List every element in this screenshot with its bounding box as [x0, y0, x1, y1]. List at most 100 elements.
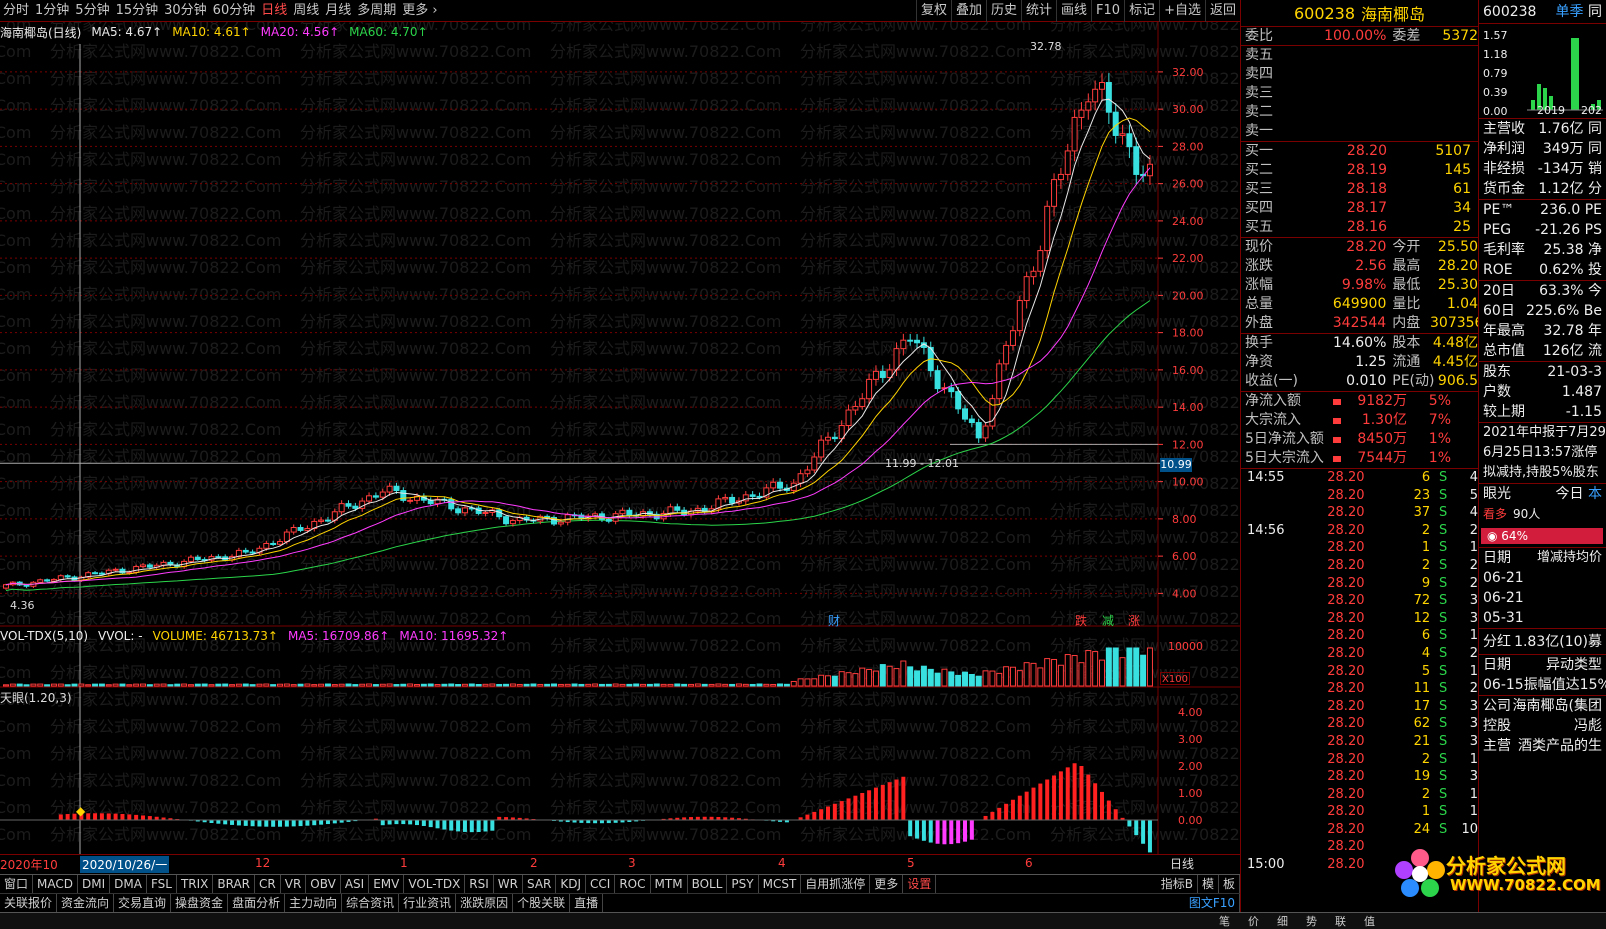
tick-tab[interactable]: 细: [1268, 913, 1297, 929]
indicator-tab[interactable]: 设置: [903, 875, 937, 893]
tick-row[interactable]: 28.20 6 S 1: [1241, 627, 1478, 645]
indicator-tab[interactable]: CCI: [586, 875, 616, 893]
indicator-tab[interactable]: MACD: [33, 875, 78, 893]
indicator-tab[interactable]: ASI: [341, 875, 370, 893]
tool-button[interactable]: 返回: [1204, 0, 1240, 22]
event-marker[interactable]: 减: [1102, 612, 1114, 629]
indicator-tab[interactable]: WR: [494, 875, 523, 893]
info-tab[interactable]: 主力动向: [285, 893, 343, 912]
indicator-tab[interactable]: CR: [255, 875, 281, 893]
event-marker[interactable]: 跌: [1075, 612, 1087, 629]
tool-button[interactable]: 统计: [1021, 0, 1056, 22]
tick-tab[interactable]: 笔: [1210, 913, 1239, 929]
tool-button[interactable]: 画线: [1056, 0, 1091, 22]
tool-button[interactable]: +自选: [1159, 0, 1205, 22]
indicator-tab[interactable]: BRAR: [213, 875, 256, 893]
kline-chart-area[interactable]: 分析家公式网www.70822.Com 分析家公式网www.70822.Com 分析…: [0, 15, 1281, 912]
info-tab[interactable]: 直播: [570, 893, 604, 912]
tool-button[interactable]: 复权: [915, 0, 951, 22]
news-item[interactable]: 拟减持,持股5%股东: [1479, 463, 1606, 483]
info-tab[interactable]: 涨跌原因: [456, 893, 514, 912]
period-tab[interactable]: 更多 ›: [399, 0, 440, 22]
tick-row[interactable]: 28.20 11 S 2: [1241, 680, 1478, 698]
news-item[interactable]: 6月25日13:57涨停: [1479, 443, 1606, 463]
news-list[interactable]: 2021年中报于7月29 6月25日13:57涨停 拟减持,持股5%股东: [1479, 423, 1606, 484]
tool-button[interactable]: F10: [1091, 0, 1124, 22]
info-tab[interactable]: 操盘资金: [171, 893, 229, 912]
tick-tab[interactable]: 值: [1355, 913, 1384, 929]
tick-list[interactable]: 14:55 28.20 6 S 4 28.20 23 S 5 28.20 37 S 4 14:56 28.2…: [1241, 469, 1478, 874]
kline-svg[interactable]: 分析家公式网www.70822.Com 分析家公式网www.70822.Com 分析…: [0, 15, 1281, 874]
tick-row[interactable]: 14:55 28.20 6 S 4: [1241, 469, 1478, 487]
info-tab[interactable]: 个股关联: [513, 893, 571, 912]
indicator-tab[interactable]: 自用抓涨停: [801, 875, 871, 893]
period-tab[interactable]: 5分钟: [72, 0, 112, 22]
indicator-tab[interactable]: RSI: [465, 875, 494, 893]
indicator-tab[interactable]: VR: [281, 875, 307, 893]
period-tab[interactable]: 分时: [0, 0, 32, 22]
tick-row[interactable]: 28.20 2 S 1: [1241, 751, 1478, 769]
indicator-tab-right[interactable]: 模: [1198, 875, 1219, 893]
info-tab[interactable]: 关联报价: [0, 893, 58, 912]
indicator-tab[interactable]: ROC: [615, 875, 651, 893]
event-marker[interactable]: 财: [828, 612, 840, 629]
indicator-tab[interactable]: FSL: [147, 875, 177, 893]
info-tab[interactable]: 交易直询: [114, 893, 172, 912]
period-tab[interactable]: 30分钟: [161, 0, 210, 22]
tick-tab[interactable]: 价: [1239, 913, 1268, 929]
period-tab[interactable]: 1分钟: [32, 0, 72, 22]
info-tab[interactable]: 盘面分析: [228, 893, 286, 912]
tick-row[interactable]: 28.20 1 S 1: [1241, 539, 1478, 557]
tick-row[interactable]: 28.20 21 S 3: [1241, 733, 1478, 751]
indicator-tab[interactable]: TRIX: [177, 875, 214, 893]
indicator-tab[interactable]: KDJ: [556, 875, 587, 893]
tick-row[interactable]: 14:56 28.20 2 S 2: [1241, 522, 1478, 540]
tick-row[interactable]: 28.20 17 S 3: [1241, 698, 1478, 716]
info-tab[interactable]: 综合资讯: [342, 893, 400, 912]
tool-button[interactable]: 叠加: [950, 0, 986, 22]
tick-row[interactable]: 28.20 4 S 2: [1241, 645, 1478, 663]
indicator-tab[interactable]: EMV: [369, 875, 405, 893]
tick-row[interactable]: 28.20 37 S 4: [1241, 504, 1478, 522]
indicator-tab[interactable]: MTM: [651, 875, 688, 893]
indicator-tab[interactable]: MCST: [759, 875, 802, 893]
season-toggle[interactable]: 单季: [1556, 4, 1584, 20]
indicator-tab[interactable]: PSY: [727, 875, 759, 893]
info-tab[interactable]: 行业资讯: [399, 893, 457, 912]
tick-row[interactable]: 28.20 1 S 1: [1241, 803, 1478, 821]
period-tab[interactable]: 多周期: [354, 0, 399, 22]
f10-tab[interactable]: 图文F10: [1185, 893, 1240, 912]
tick-row[interactable]: 28.20 2 S 1: [1241, 786, 1478, 804]
indicator-tab[interactable]: DMI: [78, 875, 111, 893]
tick-tab[interactable]: 联: [1326, 913, 1355, 929]
indicator-tab[interactable]: SAR: [523, 875, 557, 893]
tick-row[interactable]: 28.20 2 S 2: [1241, 557, 1478, 575]
period-tab[interactable]: 60分钟: [210, 0, 259, 22]
tick-row[interactable]: 28.20 62 S 3: [1241, 715, 1478, 733]
tick-row[interactable]: 28.20 24 S 10: [1241, 821, 1478, 839]
indicator-tab[interactable]: OBV: [306, 875, 341, 893]
tool-button[interactable]: 历史: [985, 0, 1021, 22]
indicator-tab-right[interactable]: 板: [1219, 875, 1240, 893]
info-tab[interactable]: 资金流向: [57, 893, 115, 912]
tick-row[interactable]: 28.20 5 S 1: [1241, 663, 1478, 681]
news-item[interactable]: 2021年中报于7月29: [1479, 423, 1606, 443]
tick-row[interactable]: 28.20 72 S 3: [1241, 592, 1478, 610]
indicator-tab[interactable]: VOL-TDX: [404, 875, 466, 893]
tool-button[interactable]: 标记: [1124, 0, 1159, 22]
period-tab[interactable]: 周线: [290, 0, 322, 22]
indicator-tab[interactable]: BOLL: [688, 875, 728, 893]
indicator-tab[interactable]: 窗口: [0, 875, 34, 893]
tick-tab[interactable]: 势: [1297, 913, 1326, 929]
indicator-tab[interactable]: 更多: [870, 875, 904, 893]
tick-row[interactable]: 28.20 19 S 3: [1241, 768, 1478, 786]
indicator-tab[interactable]: DMA: [110, 875, 147, 893]
tick-row[interactable]: 28.20 23 S 5: [1241, 487, 1478, 505]
tick-row[interactable]: 28.20 12 S 3: [1241, 610, 1478, 628]
period-tab[interactable]: 月线: [322, 0, 354, 22]
event-marker[interactable]: 涨: [1128, 612, 1140, 629]
period-tab[interactable]: 日线: [258, 0, 290, 22]
indicator-tab-right[interactable]: 指标B: [1157, 875, 1198, 893]
tick-row[interactable]: 28.20 9 S 2: [1241, 575, 1478, 593]
period-tab[interactable]: 15分钟: [113, 0, 162, 22]
